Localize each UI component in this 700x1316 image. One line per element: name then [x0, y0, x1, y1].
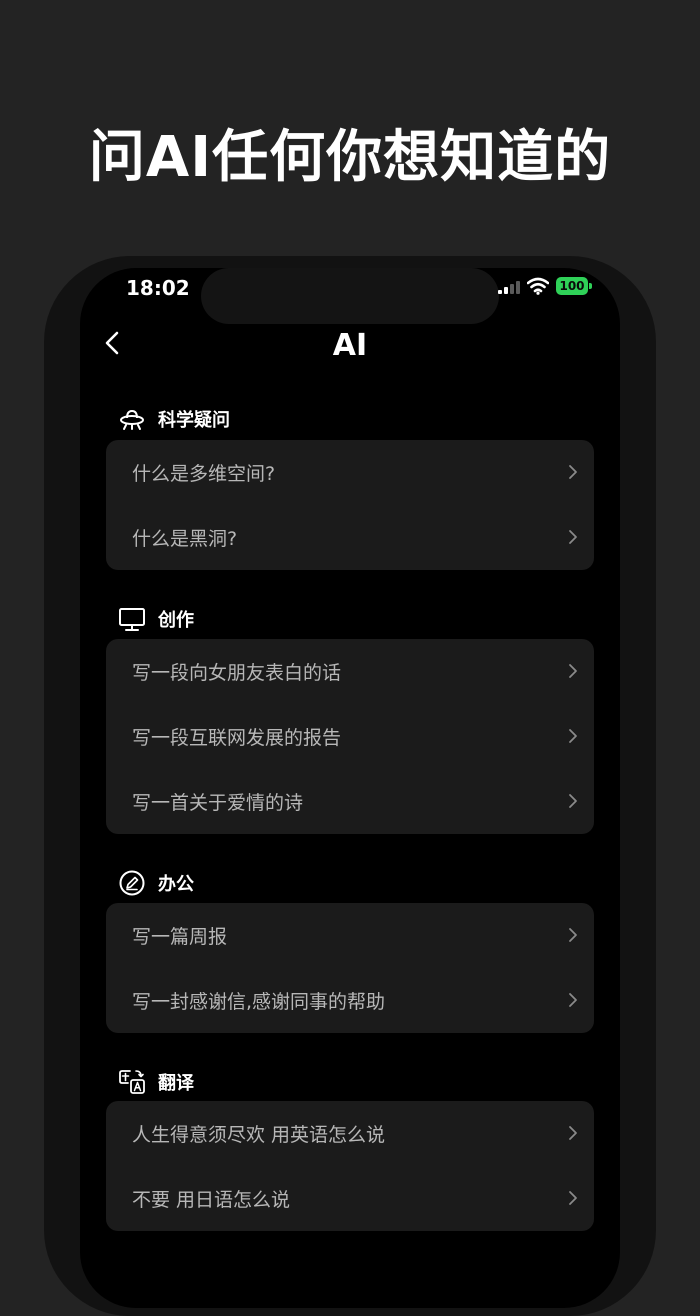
- promo-headline: 问AI任何你想知道的: [88, 125, 612, 190]
- ufo-icon: [120, 409, 144, 430]
- cellular-signal-icon: [498, 281, 520, 294]
- monitor-icon: [119, 608, 145, 631]
- list-item[interactable]: 人生得意须尽欢 用英语怎么说: [106, 1101, 594, 1166]
- battery-tip: [589, 283, 592, 289]
- section-card-translate: 人生得意须尽欢 用英语怎么说 不要 用日语怎么说: [106, 1101, 594, 1231]
- list-item[interactable]: 写一段互联网发展的报告: [106, 704, 594, 769]
- chevron-right-icon: [569, 465, 577, 479]
- section-card-science: 什么是多维空间? 什么是黑洞?: [106, 440, 594, 570]
- chevron-right-icon: [569, 794, 577, 808]
- section-header-office: 办公: [118, 869, 194, 897]
- section-card-office: 写一篇周报 写一封感谢信,感谢同事的帮助: [106, 903, 594, 1033]
- chevron-right-icon: [569, 664, 577, 678]
- list-item[interactable]: 什么是多维空间?: [106, 440, 594, 505]
- section-header-creation: 创作: [118, 605, 194, 633]
- item-label: 写一段向女朋友表白的话: [132, 662, 342, 684]
- dynamic-island: [201, 268, 499, 324]
- chevron-right-icon: [569, 1191, 577, 1205]
- phone-screen: 18:02 100 AI 科学疑问 什么是多维空间? 什么是黑洞? 创作 写一段…: [80, 268, 620, 1308]
- battery-indicator: 100: [556, 277, 592, 295]
- list-item[interactable]: 写一首关于爱情的诗: [106, 769, 594, 834]
- chevron-right-icon: [569, 530, 577, 544]
- section-header-translate: 翻译: [118, 1068, 194, 1096]
- section-title: 办公: [158, 874, 194, 895]
- item-label: 什么是多维空间?: [132, 463, 276, 485]
- page-title: AI: [332, 328, 368, 363]
- chevron-right-icon: [569, 928, 577, 942]
- section-title: 翻译: [158, 1073, 194, 1094]
- chevron-right-icon: [569, 993, 577, 1007]
- item-label: 不要 用日语怎么说: [132, 1189, 291, 1211]
- section-card-creation: 写一段向女朋友表白的话 写一段互联网发展的报告 写一首关于爱情的诗: [106, 639, 594, 834]
- item-label: 什么是黑洞?: [132, 528, 238, 550]
- item-label: 写一段互联网发展的报告: [132, 727, 342, 749]
- battery-level: 100: [556, 277, 588, 295]
- item-label: 人生得意须尽欢 用英语怎么说: [132, 1124, 386, 1146]
- section-header-science: 科学疑问: [118, 405, 230, 433]
- list-item[interactable]: 什么是黑洞?: [106, 505, 594, 570]
- chevron-right-icon: [569, 1126, 577, 1140]
- chevron-right-icon: [569, 729, 577, 743]
- section-title: 科学疑问: [158, 410, 230, 431]
- list-item[interactable]: 写一封感谢信,感谢同事的帮助: [106, 968, 594, 1033]
- list-item[interactable]: 不要 用日语怎么说: [106, 1166, 594, 1231]
- list-item[interactable]: 写一篇周报: [106, 903, 594, 968]
- item-label: 写一首关于爱情的诗: [132, 792, 304, 814]
- item-label: 写一封感谢信,感谢同事的帮助: [132, 991, 386, 1013]
- item-label: 写一篇周报: [132, 926, 228, 948]
- wifi-icon: [527, 277, 549, 295]
- translate-icon: [119, 1070, 145, 1094]
- section-title: 创作: [158, 610, 194, 631]
- status-time: 18:02: [126, 276, 190, 300]
- list-item[interactable]: 写一段向女朋友表白的话: [106, 639, 594, 704]
- edit-circle-icon: [119, 870, 145, 896]
